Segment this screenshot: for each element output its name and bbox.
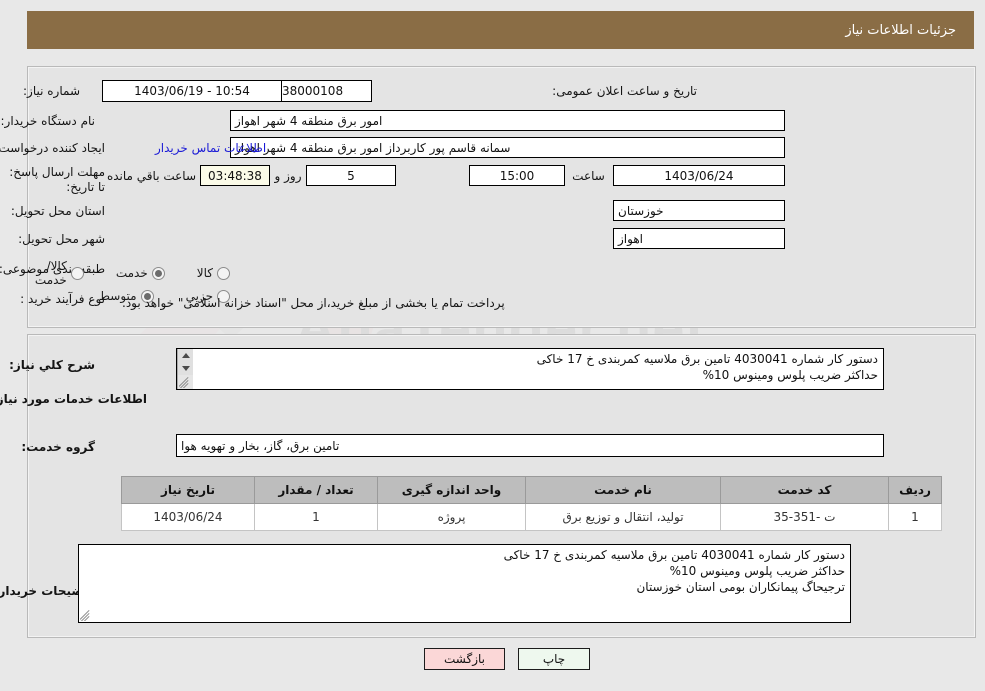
general-description-scrollbar[interactable] <box>177 349 193 389</box>
remaining-days-label: روز و <box>274 169 302 183</box>
subject-category-radio-icon-0[interactable] <box>217 266 230 280</box>
countdown-timer-value: 03:48:38 <box>200 165 270 186</box>
subject-category-option-1[interactable]: خدمت <box>116 266 165 280</box>
payment-note: پرداخت تمام یا بخشی از مبلغ خرید،از محل … <box>122 296 505 310</box>
countdown-label: ساعت باقي مانده <box>106 169 196 183</box>
delivery-city-value: اهواز <box>613 228 785 249</box>
deadline-hour-label: ساعت <box>572 169 605 183</box>
delivery-province-value: خوزستان <box>613 200 785 221</box>
delivery-province-label: استان محل تحویل: <box>10 204 105 218</box>
services-table: ردیف کد خدمت نام خدمت واحد اندازه گیری تعداد… <box>121 476 942 531</box>
requester-label: ایجاد کننده درخواست: <box>0 141 105 155</box>
subject-category-radio-icon-2[interactable] <box>70 266 84 280</box>
table-cell-0: 1 <box>888 503 942 531</box>
need-number-label: شماره نیاز: <box>23 84 80 98</box>
general-description-label: شرح کلي نیاز: <box>9 358 95 372</box>
buyer-notes-line-1: حداکثر ضریب پلوس ومینوس 10% <box>669 564 845 578</box>
buyer-org-label: نام دستگاه خریدار: <box>0 114 96 128</box>
buyer-notes-resize-grip-icon[interactable] <box>80 609 92 621</box>
subject-category-radio-icon-1[interactable] <box>151 266 165 280</box>
deadline-label: مهلت ارسال پاسخ: تا تاریخ: <box>9 165 105 194</box>
print-button[interactable]: چاپ <box>518 648 590 670</box>
subject-category-radio-group[interactable]: کالا خدمت کالا/خدمت <box>0 259 230 287</box>
table-cell-2: تولید، انتقال و توزیع برق <box>525 503 721 531</box>
subject-category-option-2[interactable]: کالا/خدمت <box>26 259 84 287</box>
requester-value: سمانه قاسم پور کاربرداز امور برق منطقه 4… <box>230 137 785 158</box>
subject-category-option-label-0: کالا <box>196 266 213 280</box>
buyer-org-value: امور برق منطقه 4 شهر اهواز <box>230 110 785 131</box>
remaining-days-value: 5 <box>306 165 396 186</box>
table-header-4: تعداد / مقدار <box>254 476 378 504</box>
table-header-row: ردیف کد خدمت نام خدمت واحد اندازه گیری تعداد… <box>121 476 942 504</box>
subject-category-option-label-1: خدمت <box>115 266 148 280</box>
table-cell-1: ت -351-35 <box>720 503 889 531</box>
buyer-notes-line-0: دستور کار شماره 4030041 تامین برق ملاسیه… <box>503 548 845 562</box>
deadline-date-value: 1403/06/24 <box>613 165 785 186</box>
buyer-notes-line-2: ترجیحاگ پیمانکاران بومی استان خوزستان <box>636 580 845 594</box>
announce-datetime-value: 1403/06/19 - 10:54 <box>102 80 282 102</box>
table-header-5: تاریخ نیاز <box>121 476 255 504</box>
table-header-1: کد خدمت <box>720 476 889 504</box>
resize-grip-icon[interactable] <box>179 376 191 388</box>
general-description-line-0: دستور کار شماره 4030041 تامین برق ملاسیه… <box>536 352 878 366</box>
subject-category-option-label-2: کالا/خدمت <box>34 259 67 287</box>
table-cell-5: 1403/06/24 <box>121 503 255 531</box>
deadline-hour-value: 15:00 <box>469 165 565 186</box>
page-title: جزئیات اطلاعات نیاز <box>845 22 956 38</box>
table-row[interactable]: 1ت -351-35 تولید، انتقال و توزیع برق پروژه… <box>121 503 942 531</box>
subject-category-option-0[interactable]: کالا <box>197 266 230 280</box>
scroll-up-icon[interactable] <box>178 349 193 362</box>
general-description-textarea[interactable]: دستور کار شماره 4030041 تامین برق ملاسیه… <box>176 348 884 390</box>
general-description-line-1: حداکثر ضریب پلوس ومینوس 10% <box>702 368 878 382</box>
table-header-0: ردیف <box>888 476 942 504</box>
announce-datetime-label: تاریخ و ساعت اعلان عمومی: <box>552 84 697 98</box>
services-section-title: اطلاعات خدمات مورد نیاز <box>0 392 147 406</box>
table-header-3: واحد اندازه گیری <box>377 476 526 504</box>
service-group-label: گروه خدمت: <box>21 440 95 454</box>
table-header-2: نام خدمت <box>525 476 721 504</box>
back-button[interactable]: بازگشت <box>424 648 505 670</box>
table-cell-4: 1 <box>254 503 378 531</box>
service-group-value: تامین برق، گاز، بخار و تهویه هوا <box>176 434 884 457</box>
page-root: AnaTender.net جزئیات اطلاعات نیاز شماره … <box>0 0 985 691</box>
buyer-notes-textarea[interactable]: دستور کار شماره 4030041 تامین برق ملاسیه… <box>78 544 851 623</box>
scroll-down-icon[interactable] <box>178 362 193 375</box>
table-cell-3: پروژه <box>377 503 526 531</box>
page-title-bar: جزئیات اطلاعات نیاز <box>27 11 974 49</box>
buyer-contact-link[interactable]: اطلاعات تماس خریدار <box>155 141 266 155</box>
delivery-city-label: شهر محل تحویل: <box>18 232 105 246</box>
